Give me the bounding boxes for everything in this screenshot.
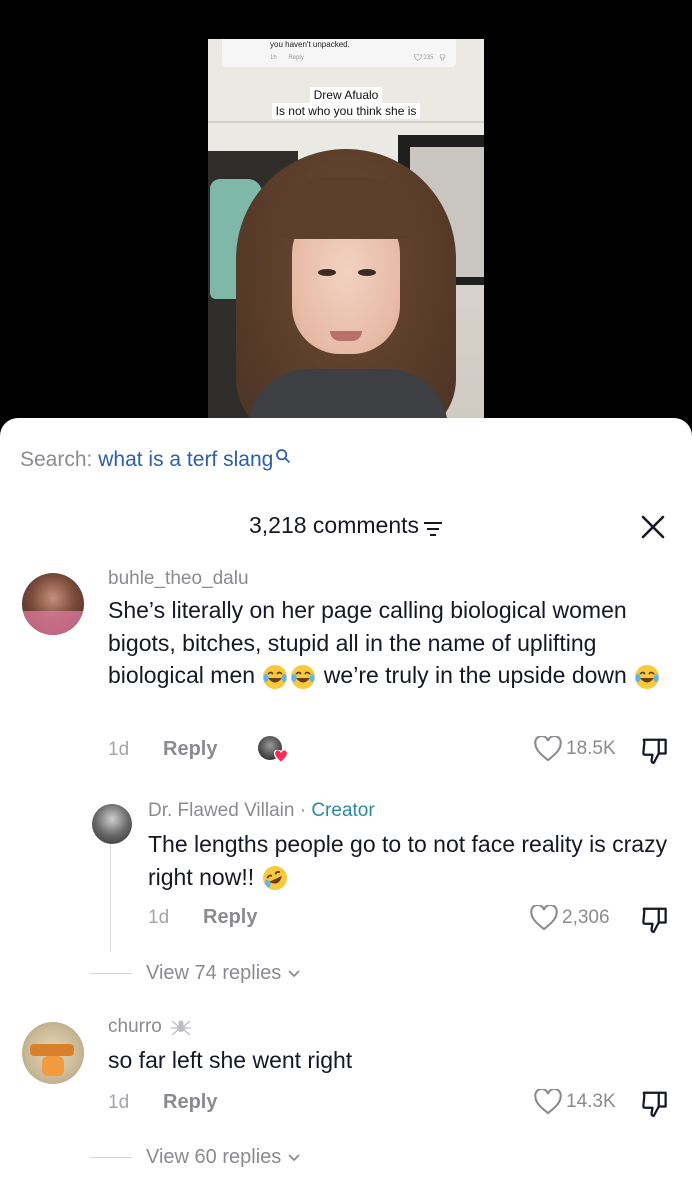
reply-button[interactable]: Reply: [163, 738, 217, 761]
search-label: Search:: [20, 448, 93, 471]
heart-outline-icon: [534, 1089, 562, 1115]
comment-username[interactable]: churro: [108, 1016, 193, 1038]
caption-line-2: Is not who you think she is: [271, 103, 421, 119]
comment-text: She’s literally on her page calling biol…: [108, 594, 668, 692]
screen: you haven't unpacked. 1h Reply 235 Drew …: [0, 0, 692, 1200]
comment-time: 1d: [108, 739, 130, 760]
creator-liked-badge: [258, 736, 288, 766]
reply-time: 1d: [148, 907, 170, 928]
heart-icon: [274, 750, 288, 763]
close-icon[interactable]: [640, 514, 666, 540]
like-button[interactable]: 18.5K: [534, 736, 616, 762]
chevron-down-icon: [288, 1154, 300, 1161]
spider-icon: [171, 1020, 192, 1036]
creator-label: Creator: [311, 800, 375, 821]
search-suggestion[interactable]: Search: what is a terf slang: [20, 448, 291, 472]
heart-outline-icon: [413, 53, 422, 62]
like-button[interactable]: 14.3K: [534, 1089, 616, 1115]
view-replies-button[interactable]: View 74 replies: [146, 962, 301, 985]
view-replies-button[interactable]: View 60 replies: [146, 1146, 301, 1169]
search-icon: [276, 449, 291, 463]
reply-button[interactable]: Reply: [163, 1091, 217, 1114]
prev-comment-text: you haven't unpacked.: [270, 40, 350, 49]
reply-username[interactable]: Dr. Flawed Villain · Creator: [148, 800, 375, 822]
rofl-emoji: [262, 866, 287, 891]
video-caption: Drew Afualo Is not who you think she is: [208, 87, 484, 119]
reply-text: The lengths people go to to not face rea…: [148, 828, 673, 893]
search-term-link[interactable]: what is a terf slang: [98, 448, 273, 471]
prev-comment-reply: Reply: [288, 55, 304, 61]
comments-sheet: Search: what is a terf slang 3,218 comme…: [0, 418, 692, 1200]
comment-username[interactable]: buhle_theo_dalu: [108, 568, 249, 590]
dislike-icon[interactable]: [640, 736, 670, 766]
comment-time: 1d: [108, 1092, 130, 1113]
like-count: 14.3K: [566, 1091, 616, 1112]
prev-comment-time: 1h: [270, 55, 277, 61]
like-button[interactable]: 2,306: [530, 905, 610, 931]
comments-header: 3,218 comments: [0, 512, 692, 542]
prev-comment-likes: 235: [423, 55, 434, 62]
like-count: 18.5K: [566, 738, 616, 759]
chevron-down-icon: [288, 970, 300, 977]
avatar[interactable]: [22, 1022, 84, 1084]
dislike-icon[interactable]: [640, 1089, 670, 1119]
comment-text: so far left she went right: [108, 1047, 353, 1073]
filter-icon[interactable]: [423, 520, 443, 538]
reply-button[interactable]: Reply: [203, 906, 257, 929]
dislike-icon[interactable]: [640, 905, 670, 935]
laughing-emoji: [291, 664, 316, 689]
reply-to-comment-card: you haven't unpacked. 1h Reply 235: [222, 39, 456, 67]
like-count: 2,306: [562, 907, 610, 928]
laughing-emoji: [263, 664, 288, 689]
heart-outline-icon: [534, 736, 562, 762]
comments-count: 3,218 comments: [248, 512, 420, 538]
avatar[interactable]: [22, 573, 84, 635]
laughing-emoji: [635, 664, 660, 689]
dislike-icon: [439, 54, 446, 61]
avatar[interactable]: [92, 804, 132, 844]
heart-outline-icon: [530, 905, 558, 931]
caption-line-1: Drew Afualo: [309, 87, 383, 103]
